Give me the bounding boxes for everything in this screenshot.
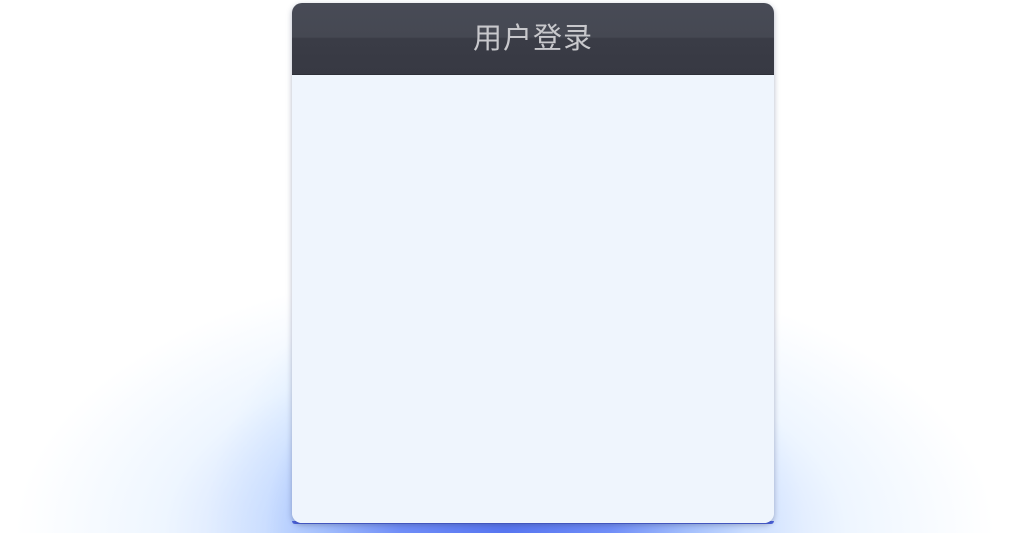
login-panel: 用户登录 (292, 3, 774, 523)
login-header: 用户登录 (292, 3, 774, 75)
login-title: 用户登录 (472, 21, 593, 55)
login-form-area (292, 75, 774, 523)
